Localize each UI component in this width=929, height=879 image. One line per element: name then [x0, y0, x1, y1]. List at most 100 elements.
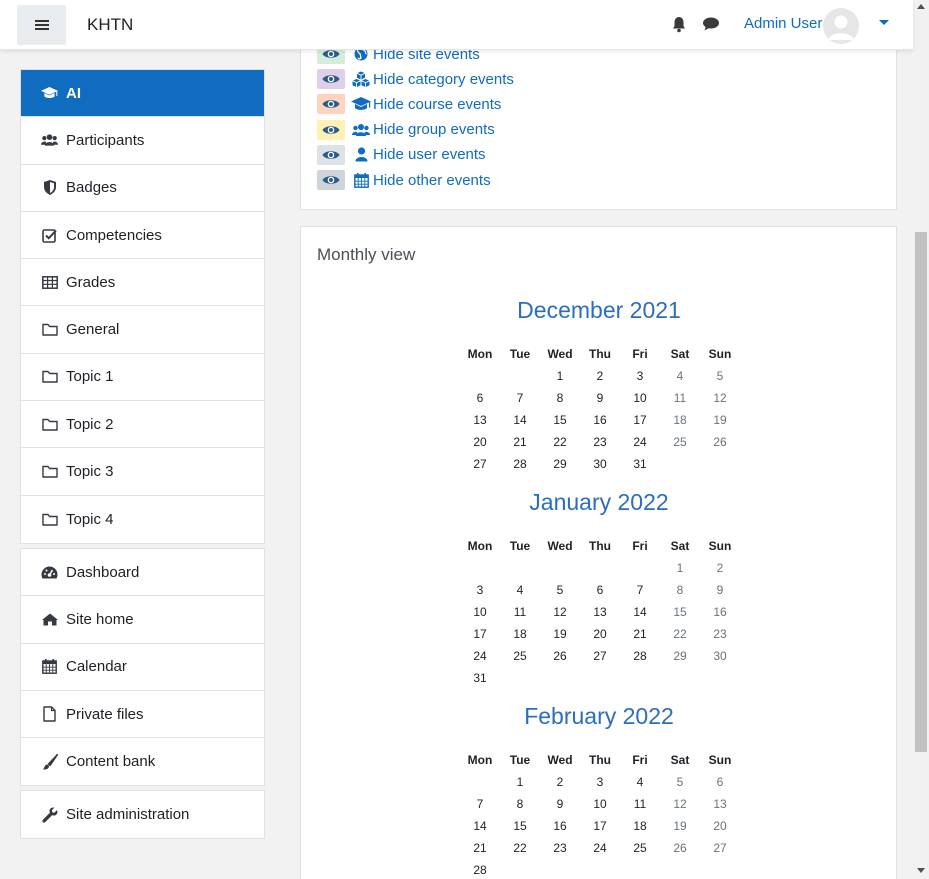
calendar-day[interactable]: 1 — [660, 561, 700, 575]
calendar-day[interactable]: 25 — [660, 435, 700, 449]
calendar-day[interactable]: 17 — [460, 627, 500, 641]
calendar-day[interactable]: 4 — [620, 775, 660, 789]
calendar-day[interactable]: 8 — [540, 391, 580, 405]
nav-item-site-administration[interactable]: Site administration — [21, 791, 264, 838]
calendar-day[interactable]: 25 — [500, 649, 540, 663]
month-title[interactable]: February 2022 — [301, 703, 897, 730]
nav-item-content-bank[interactable]: Content bank — [21, 738, 264, 785]
nav-item-topic-2[interactable]: Topic 2 — [21, 401, 264, 449]
calendar-day[interactable]: 23 — [580, 435, 620, 449]
calendar-day[interactable]: 2 — [540, 775, 580, 789]
calendar-day[interactable]: 21 — [500, 435, 540, 449]
event-filter-label[interactable]: Hide other events — [373, 172, 491, 189]
event-filter-label[interactable]: Hide course events — [373, 96, 501, 113]
page-scrollbar[interactable] — [913, 0, 929, 879]
calendar-day[interactable]: 23 — [700, 627, 740, 641]
calendar-day[interactable]: 12 — [540, 605, 580, 619]
nav-item-topic-1[interactable]: Topic 1 — [21, 354, 264, 402]
calendar-day[interactable]: 20 — [580, 627, 620, 641]
calendar-day[interactable]: 6 — [460, 391, 500, 405]
eye-icon[interactable] — [317, 94, 345, 115]
nav-item-topic-3[interactable]: Topic 3 — [21, 448, 264, 496]
eye-icon[interactable] — [317, 170, 345, 190]
calendar-day[interactable]: 28 — [500, 457, 540, 471]
calendar-day[interactable]: 10 — [460, 605, 500, 619]
calendar-day[interactable]: 16 — [540, 819, 580, 833]
calendar-day[interactable]: 29 — [660, 649, 700, 663]
calendar-day[interactable]: 24 — [580, 841, 620, 855]
calendar-day[interactable]: 10 — [580, 797, 620, 811]
calendar-day[interactable]: 27 — [700, 841, 740, 855]
calendar-day[interactable]: 20 — [700, 819, 740, 833]
calendar-day[interactable]: 17 — [580, 819, 620, 833]
nav-item-private-files[interactable]: Private files — [21, 691, 264, 739]
calendar-day[interactable]: 11 — [660, 391, 700, 405]
nav-item-calendar[interactable]: Calendar — [21, 644, 264, 691]
caret-down-icon[interactable] — [879, 20, 889, 25]
month-title[interactable]: December 2021 — [301, 297, 897, 324]
calendar-day[interactable]: 11 — [620, 797, 660, 811]
event-filter-toggle[interactable]: Hide other events — [317, 169, 491, 191]
calendar-day[interactable]: 22 — [500, 841, 540, 855]
site-name[interactable]: KHTN — [87, 15, 133, 35]
nav-item-ai[interactable]: AI — [21, 70, 264, 118]
nav-item-dashboard[interactable]: Dashboard — [21, 549, 264, 597]
calendar-day[interactable]: 29 — [540, 457, 580, 471]
nav-item-topic-4[interactable]: Topic 4 — [21, 496, 264, 543]
calendar-day[interactable]: 18 — [660, 413, 700, 427]
event-filter-toggle[interactable]: Hide user events — [317, 144, 486, 166]
calendar-day[interactable]: 15 — [540, 413, 580, 427]
calendar-day[interactable]: 19 — [700, 413, 740, 427]
event-filter-label[interactable]: Hide group events — [373, 121, 495, 138]
calendar-day[interactable]: 6 — [580, 583, 620, 597]
message-icon[interactable] — [702, 16, 720, 34]
calendar-day[interactable]: 1 — [500, 775, 540, 789]
calendar-day[interactable]: 14 — [460, 819, 500, 833]
calendar-day[interactable]: 14 — [500, 413, 540, 427]
calendar-day[interactable]: 9 — [580, 391, 620, 405]
scroll-down-icon[interactable] — [917, 868, 925, 873]
eye-icon[interactable] — [317, 144, 345, 165]
calendar-day[interactable]: 2 — [700, 561, 740, 575]
calendar-day[interactable]: 15 — [500, 819, 540, 833]
calendar-day[interactable]: 9 — [540, 797, 580, 811]
calendar-day[interactable]: 3 — [620, 369, 660, 383]
calendar-day[interactable]: 30 — [700, 649, 740, 663]
event-filter-label[interactable]: Hide user events — [373, 146, 486, 163]
calendar-day[interactable]: 13 — [580, 605, 620, 619]
calendar-day[interactable]: 15 — [660, 605, 700, 619]
calendar-day[interactable]: 17 — [620, 413, 660, 427]
calendar-day[interactable]: 18 — [620, 819, 660, 833]
calendar-day[interactable]: 3 — [460, 583, 500, 597]
calendar-day[interactable]: 24 — [460, 649, 500, 663]
calendar-day[interactable]: 21 — [620, 627, 660, 641]
eye-icon[interactable] — [317, 69, 345, 90]
scroll-up-icon[interactable] — [917, 4, 925, 9]
calendar-day[interactable]: 19 — [660, 819, 700, 833]
event-filter-label[interactable]: Hide category events — [373, 71, 514, 88]
calendar-day[interactable]: 31 — [460, 671, 500, 685]
calendar-day[interactable]: 12 — [700, 391, 740, 405]
calendar-day[interactable]: 7 — [620, 583, 660, 597]
calendar-day[interactable]: 3 — [580, 775, 620, 789]
calendar-day[interactable]: 7 — [460, 797, 500, 811]
event-filter-toggle[interactable]: Hide category events — [317, 68, 514, 90]
calendar-day[interactable]: 16 — [700, 605, 740, 619]
calendar-day[interactable]: 16 — [580, 413, 620, 427]
calendar-day[interactable]: 30 — [580, 457, 620, 471]
nav-item-general[interactable]: General — [21, 306, 264, 354]
calendar-day[interactable]: 28 — [620, 649, 660, 663]
event-filter-toggle[interactable]: Hide group events — [317, 119, 495, 141]
calendar-day[interactable]: 1 — [540, 369, 580, 383]
calendar-day[interactable]: 4 — [500, 583, 540, 597]
calendar-day[interactable]: 21 — [460, 841, 500, 855]
calendar-day[interactable]: 2 — [580, 369, 620, 383]
calendar-day[interactable]: 22 — [660, 627, 700, 641]
nav-item-grades[interactable]: Grades — [21, 259, 264, 307]
month-title[interactable]: January 2022 — [301, 489, 897, 516]
hamburger-button[interactable] — [17, 5, 66, 45]
calendar-day[interactable]: 13 — [460, 413, 500, 427]
calendar-day[interactable]: 9 — [700, 583, 740, 597]
calendar-day[interactable]: 5 — [700, 369, 740, 383]
calendar-day[interactable]: 12 — [660, 797, 700, 811]
